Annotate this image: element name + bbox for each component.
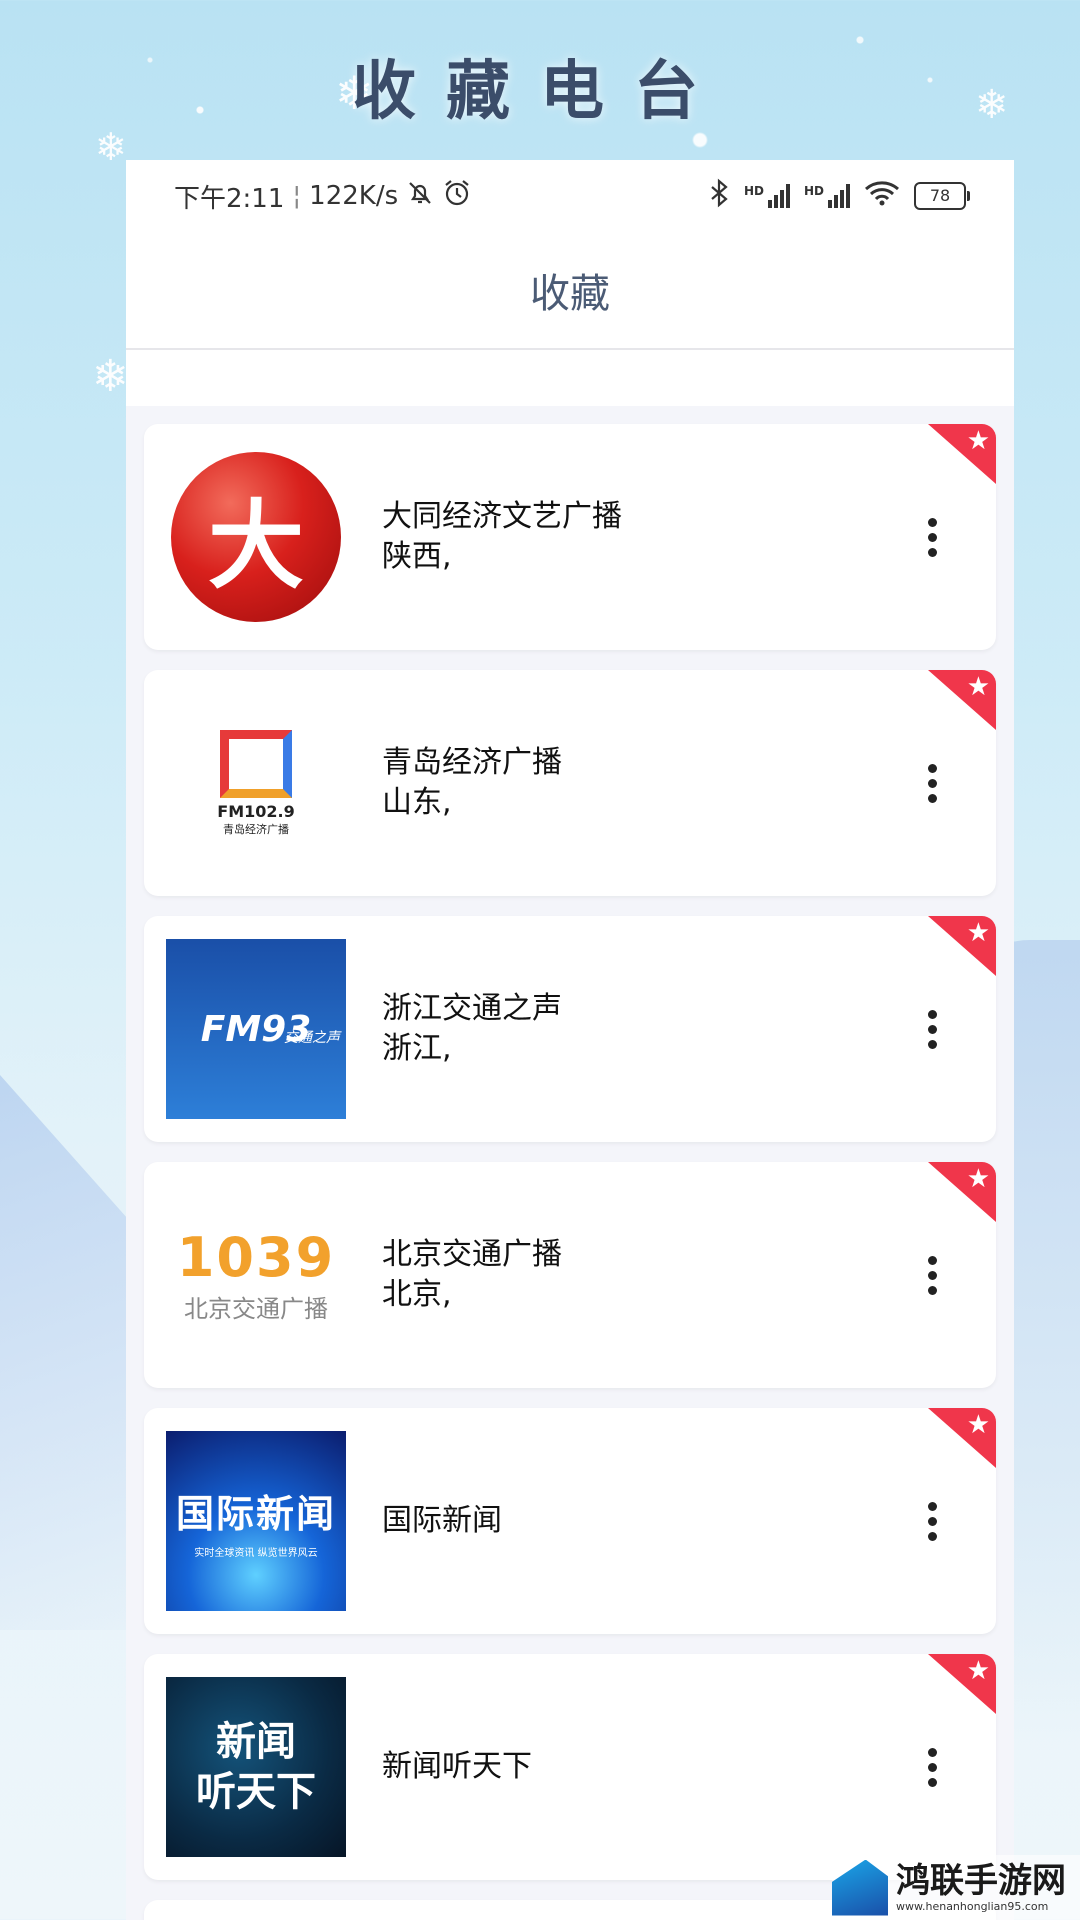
station-name: 北京交通广播 (382, 1237, 562, 1272)
station-name: 大同经济文艺广播 (382, 499, 622, 534)
station-logo-subtext: 实时全球资讯 纵览世界风云 (194, 1548, 318, 1559)
status-separator: ¦ (292, 181, 302, 211)
favorite-star-icon: ★ (928, 1408, 996, 1468)
header-spacer (126, 350, 1014, 406)
status-bar: 下午2:11 ¦ 122K/s HD HD 78 (126, 160, 1014, 232)
station-card[interactable]: 大 大同经济文艺广播 陕西, ★ (144, 424, 996, 650)
station-logo: 1039 北京交通广播 (166, 1185, 346, 1365)
station-region: 北京, (382, 1277, 452, 1312)
station-card[interactable]: FM102.9 青岛经济广播 青岛经济广播 山东, ★ (144, 670, 996, 896)
site-watermark: 鸿联手游网 www.henanhonglian95.com (832, 1855, 1080, 1920)
wifi-icon (864, 179, 900, 214)
station-region: 浙江, (382, 1031, 452, 1066)
station-logo-text: 新闻 (216, 1719, 296, 1765)
phone-screen: 下午2:11 ¦ 122K/s HD HD 78 收藏 大 大同经济文艺广播 陕… (126, 160, 1014, 1920)
station-card[interactable]: 新闻 听天下 新闻听天下 ★ (144, 1654, 996, 1880)
favorite-star-icon: ★ (928, 916, 996, 976)
station-region: 山东, (382, 785, 452, 820)
fm-logo-square (220, 729, 292, 798)
cell-signal-1-icon: HD (744, 184, 790, 208)
station-card[interactable]: 国际新闻 实时全球资讯 纵览世界风云 国际新闻 ★ (144, 1408, 996, 1634)
status-speed: 122K/s (309, 181, 399, 211)
station-logo-text: FM102.9 (217, 801, 295, 821)
more-options-icon[interactable] (902, 999, 962, 1059)
favorite-star-icon: ★ (928, 1162, 996, 1222)
snowflake-icon: ❄ (92, 351, 129, 402)
favorite-star-icon: ★ (928, 670, 996, 730)
app-bar-title: 收藏 (530, 271, 610, 317)
station-logo: FM102.9 青岛经济广播 (166, 693, 346, 873)
station-name: 浙江交通之声 (382, 991, 562, 1026)
snowflake-icon: ❄ (95, 125, 127, 169)
favorite-star-icon: ★ (928, 424, 996, 484)
station-logo: 大 (166, 447, 346, 627)
watermark-logo-icon (832, 1859, 888, 1916)
watermark-url: www.henanhonglian95.com (896, 1900, 1049, 1913)
hd-label: HD (743, 184, 764, 198)
station-logo-text: 国际新闻 (175, 1492, 336, 1536)
cell-signal-2-icon: HD (804, 184, 850, 208)
hd-label: HD (803, 184, 824, 198)
page-title: 收藏电台 (352, 55, 728, 129)
station-region: 陕西, (382, 539, 452, 574)
station-card[interactable]: FM93 交通之声 浙江交通之声 浙江, ★ (144, 916, 996, 1142)
station-card[interactable]: 1039 北京交通广播 北京交通广播 北京, ★ (144, 1162, 996, 1388)
station-logo: FM93 交通之声 (166, 939, 346, 1119)
more-options-icon[interactable] (902, 507, 962, 567)
battery-icon: 78 (914, 182, 970, 210)
bell-muted-icon (406, 179, 434, 214)
more-options-icon[interactable] (902, 1245, 962, 1305)
station-logo-text: 听天下 (196, 1769, 316, 1815)
status-time: 下午2:11 (174, 183, 285, 214)
app-bar: 收藏 (126, 232, 1014, 350)
station-name: 国际新闻 (382, 1503, 502, 1538)
station-logo-text: 1039 (176, 1226, 336, 1289)
alarm-clock-icon (442, 178, 472, 215)
station-logo: 国际新闻 实时全球资讯 纵览世界风云 (166, 1431, 346, 1611)
station-logo-subtext: 北京交通广播 (184, 1295, 328, 1323)
station-name: 新闻听天下 (382, 1749, 532, 1784)
station-list: 大 大同经济文艺广播 陕西, ★ FM102.9 青岛经济广播 青岛经济广播 山… (126, 406, 1014, 1920)
watermark-name: 鸿联手游网 (896, 1861, 1066, 1901)
station-logo-subtext: 交通之声 (284, 1030, 340, 1046)
more-options-icon[interactable] (902, 1737, 962, 1797)
bluetooth-icon (708, 178, 730, 215)
station-logo: 新闻 听天下 (166, 1677, 346, 1857)
station-name: 青岛经济广播 (382, 745, 562, 780)
more-options-icon[interactable] (902, 1491, 962, 1551)
station-logo-text: 大 (171, 452, 341, 622)
favorite-star-icon: ★ (928, 1654, 996, 1714)
station-logo-subtext: 青岛经济广播 (223, 822, 289, 836)
more-options-icon[interactable] (902, 753, 962, 813)
